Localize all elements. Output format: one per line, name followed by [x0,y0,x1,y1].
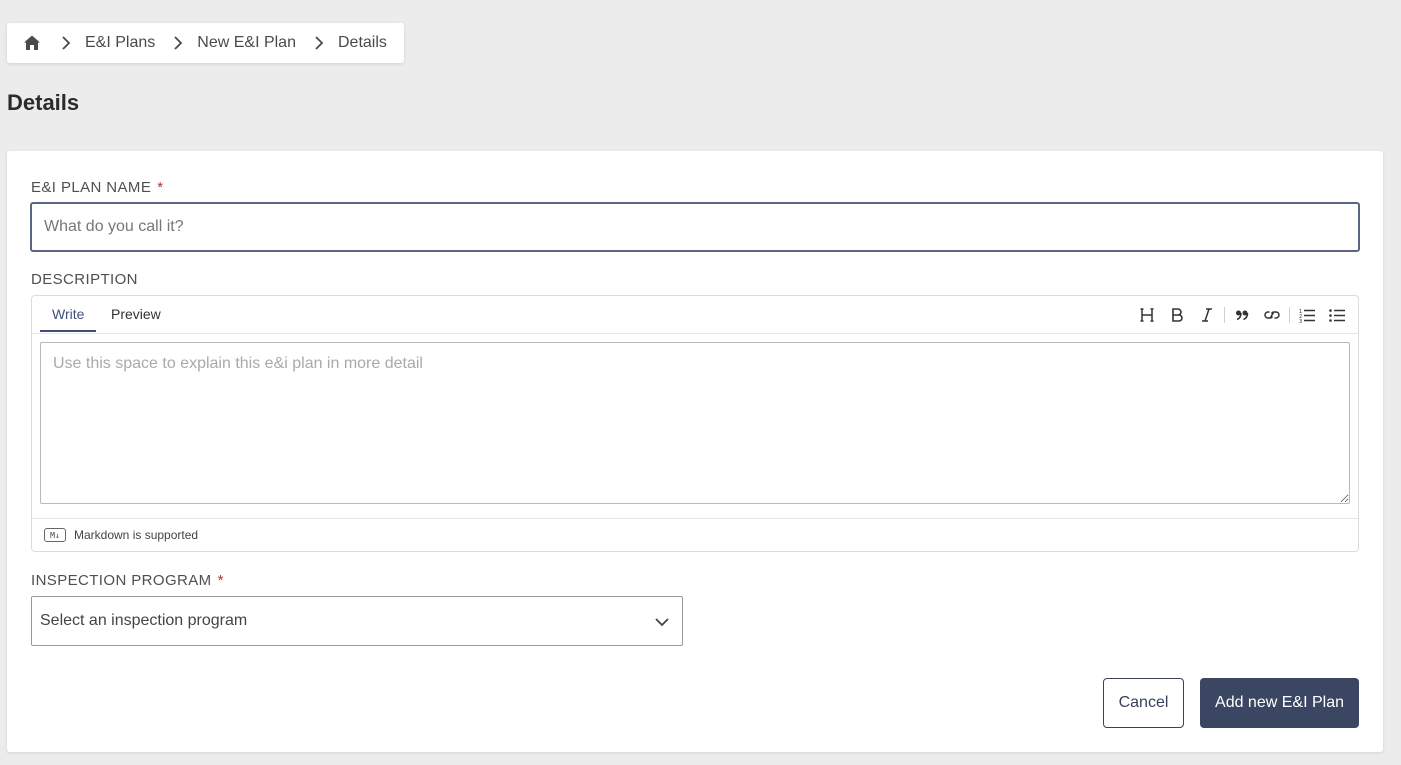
link-icon[interactable] [1257,302,1287,328]
plan-name-input[interactable] [30,202,1360,252]
markdown-editor: Write Preview 1 2 3 Use this space to ex… [31,295,1359,552]
breadcrumb-item-new-ei-plan[interactable]: New E&I Plan [197,34,296,52]
chevron-right-icon [314,36,324,50]
chevron-right-icon [61,36,71,50]
page-title: Details [7,90,80,115]
tab-preview[interactable]: Preview [99,296,173,332]
quote-icon[interactable] [1227,302,1257,328]
editor-header: Write Preview 1 2 3 [32,296,1358,334]
cancel-button[interactable]: Cancel [1103,678,1184,728]
editor-footer: M↓ Markdown is supported [32,518,1358,551]
inspection-program-select[interactable]: Select an inspection program [31,596,683,646]
toolbar-divider [1289,307,1290,323]
inspection-program-label: INSPECTION PROGRAM * [31,572,224,589]
inspection-program-label-text: INSPECTION PROGRAM [31,572,212,589]
markdown-note: Markdown is supported [74,528,199,542]
chevron-right-icon [173,36,183,50]
unordered-list-icon[interactable] [1322,302,1352,328]
plan-name-label: E&I PLAN NAME * [31,179,163,196]
heading-icon[interactable] [1132,302,1162,328]
bold-icon[interactable] [1162,302,1192,328]
breadcrumb-item-details: Details [337,34,387,51]
required-marker: * [217,572,224,589]
italic-icon[interactable] [1192,302,1222,328]
plan-name-label-text: E&I PLAN NAME [31,179,152,196]
tab-write[interactable]: Write [40,296,97,332]
description-label: DESCRIPTION [31,271,138,288]
add-plan-button[interactable]: Add new E&I Plan [1200,678,1359,728]
form-card: E&I PLAN NAME * DESCRIPTION Write Preview [7,151,1383,752]
required-marker: * [157,179,164,196]
breadcrumb-item-ei-plans[interactable]: E&I Plans [85,34,155,52]
toolbar-divider [1224,307,1225,323]
chevron-down-icon [654,614,670,635]
inspection-program-value: Select an inspection program [40,612,248,629]
svg-text:3: 3 [1299,319,1302,323]
breadcrumb: E&I Plans New E&I Plan Details [7,23,404,63]
ordered-list-icon[interactable]: 123 [1292,302,1322,328]
editor-toolbar: 123 [1132,302,1352,328]
description-textarea[interactable] [40,342,1350,504]
home-icon[interactable] [23,33,43,53]
markdown-icon: M↓ [44,528,66,542]
